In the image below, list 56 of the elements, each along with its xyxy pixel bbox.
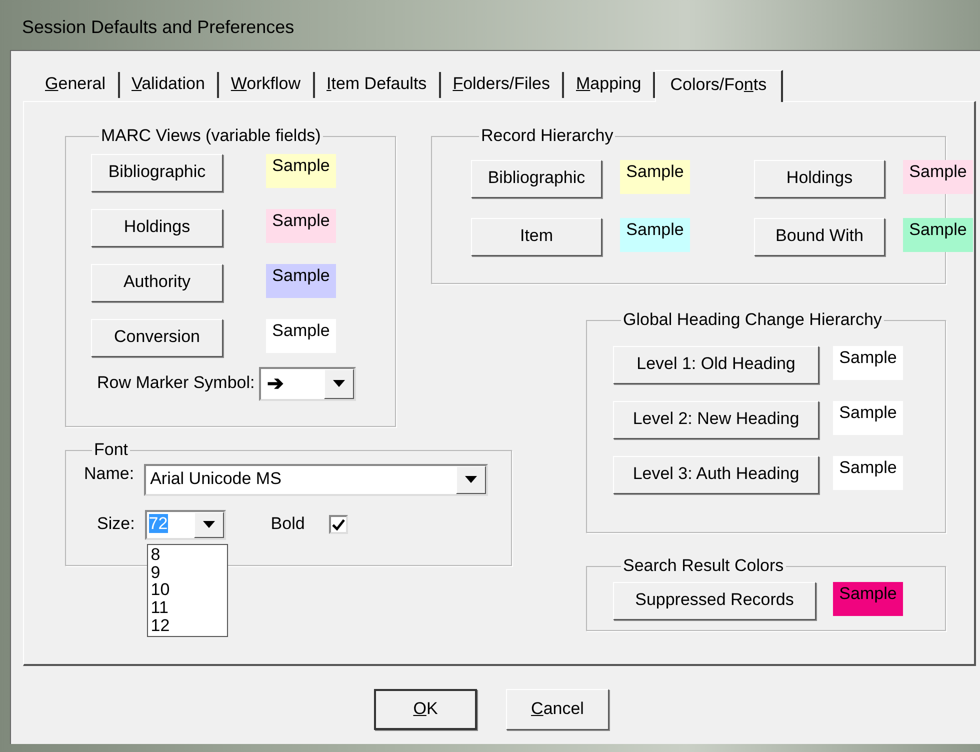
color-button[interactable]: Level 1: Old Heading — [613, 346, 819, 384]
group-title: MARC Views (variable fields) — [100, 127, 322, 146]
list-option[interactable]: 11 — [150, 599, 224, 618]
field-label: Bold — [270, 514, 305, 535]
group-title: Font — [93, 441, 130, 460]
tab[interactable]: General — [33, 72, 120, 98]
caret-icon — [332, 380, 345, 388]
dialog-button[interactable]: OK — [374, 689, 477, 730]
color-button[interactable]: Bibliographic — [471, 160, 602, 198]
field-label: Row Marker Symbol: — [97, 373, 255, 394]
list-option[interactable]: 12 — [150, 617, 224, 635]
list-option[interactable]: 10 — [150, 581, 224, 600]
font-name-dropdown[interactable]: Arial Unicode MS — [144, 464, 488, 496]
bold-checkbox[interactable] — [328, 515, 348, 534]
color-button[interactable]: Level 3: Auth Heading — [613, 456, 819, 494]
color-sample: Sample — [620, 160, 690, 194]
color-button[interactable]: Authority — [91, 264, 223, 302]
tab[interactable]: Folders/Files — [440, 72, 564, 98]
tab[interactable]: Item Defaults — [314, 72, 441, 98]
color-button[interactable]: Suppressed Records — [613, 582, 816, 620]
group-title: Record Hierarchy — [480, 127, 614, 146]
color-button[interactable]: Bibliographic — [91, 154, 223, 192]
color-button[interactable]: Level 2: New Heading — [613, 400, 819, 439]
color-sample: Sample — [266, 154, 336, 188]
field-label: Size: — [97, 514, 135, 535]
color-sample: Sample — [266, 264, 336, 298]
color-sample: Sample — [833, 582, 903, 616]
row-marker-dropdown[interactable]: ➔ — [258, 366, 356, 401]
dropdown-button[interactable] — [194, 512, 224, 538]
color-button[interactable]: Holdings — [91, 208, 223, 247]
caret-icon — [465, 476, 478, 484]
dropdown-button[interactable] — [324, 368, 354, 399]
tab[interactable]: Validation — [120, 72, 219, 98]
color-sample: Sample — [903, 218, 973, 252]
list-option[interactable]: 9 — [150, 564, 224, 582]
color-sample: Sample — [833, 456, 903, 490]
color-button[interactable]: Holdings — [754, 160, 885, 198]
color-sample: Sample — [266, 208, 336, 243]
group-title: Global Heading Change Hierarchy — [622, 311, 883, 330]
dialog-button[interactable]: Cancel — [506, 689, 609, 730]
color-button[interactable]: Conversion — [91, 318, 223, 357]
window-title: Session Defaults and Preferences — [22, 17, 294, 39]
tab[interactable]: Workflow — [218, 72, 315, 98]
color-sample: Sample — [266, 318, 336, 353]
caret-icon — [202, 521, 215, 528]
color-button[interactable]: Item — [471, 218, 602, 256]
dropdown-button[interactable] — [456, 466, 486, 494]
color-sample: Sample — [833, 346, 903, 380]
color-sample: Sample — [833, 400, 903, 435]
list-option[interactable]: 8 — [150, 546, 224, 564]
color-sample: Sample — [903, 160, 973, 194]
color-button[interactable]: Bound With — [754, 218, 885, 256]
field-label: Name: — [84, 464, 134, 484]
tab[interactable]: Colors/Fonts — [655, 70, 783, 102]
group-title: Search Result Colors — [622, 557, 785, 576]
color-sample: Sample — [620, 218, 690, 252]
